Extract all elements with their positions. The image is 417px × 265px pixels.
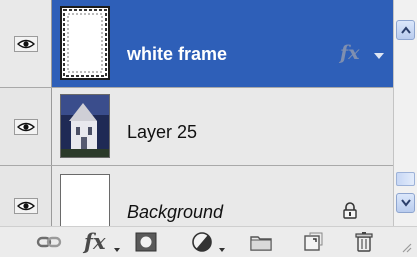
scroll-thumb[interactable] (396, 172, 415, 186)
eye-icon[interactable] (14, 36, 38, 52)
layers-scrollbar[interactable] (393, 0, 417, 226)
layer-mask-icon[interactable] (134, 230, 158, 254)
layers-panel: white frame fx Layer 25 Background fx (0, 0, 417, 257)
layer-name[interactable]: Background (127, 202, 223, 223)
layers-list: white frame fx Layer 25 Background (0, 0, 393, 226)
layers-toolbar: fx (0, 226, 417, 257)
eye-icon[interactable] (14, 198, 38, 214)
adjustment-layer-icon[interactable] (190, 230, 214, 254)
fx-label: fx (84, 229, 106, 254)
visibility-toggle[interactable] (0, 166, 52, 226)
dropdown-indicator (219, 248, 225, 252)
visibility-toggle[interactable] (0, 0, 52, 87)
dropdown-indicator (114, 248, 120, 252)
new-layer-icon[interactable] (300, 230, 324, 254)
visibility-toggle[interactable] (0, 88, 52, 165)
expand-effects-arrow[interactable] (374, 53, 384, 59)
layer-thumbnail (60, 6, 110, 80)
scroll-down-button[interactable] (396, 193, 415, 213)
scroll-up-button[interactable] (396, 20, 415, 40)
lock-icon (341, 202, 359, 220)
resize-grip[interactable] (400, 241, 412, 265)
fx-badge: fx (340, 42, 360, 64)
eye-icon[interactable] (14, 119, 38, 135)
layer-row-white-frame[interactable]: white frame fx (0, 0, 393, 88)
layer-row-layer-25[interactable]: Layer 25 (0, 88, 393, 166)
layer-name[interactable]: Layer 25 (127, 122, 197, 143)
folder-icon[interactable] (248, 230, 274, 254)
layer-thumbnail (60, 94, 110, 158)
layer-thumbnail (60, 174, 110, 226)
link-icon[interactable] (36, 230, 62, 254)
layer-row-background[interactable]: Background (0, 166, 393, 226)
layer-name[interactable]: white frame (127, 44, 227, 65)
trash-icon[interactable] (352, 230, 376, 254)
fx-icon[interactable]: fx (84, 230, 106, 254)
